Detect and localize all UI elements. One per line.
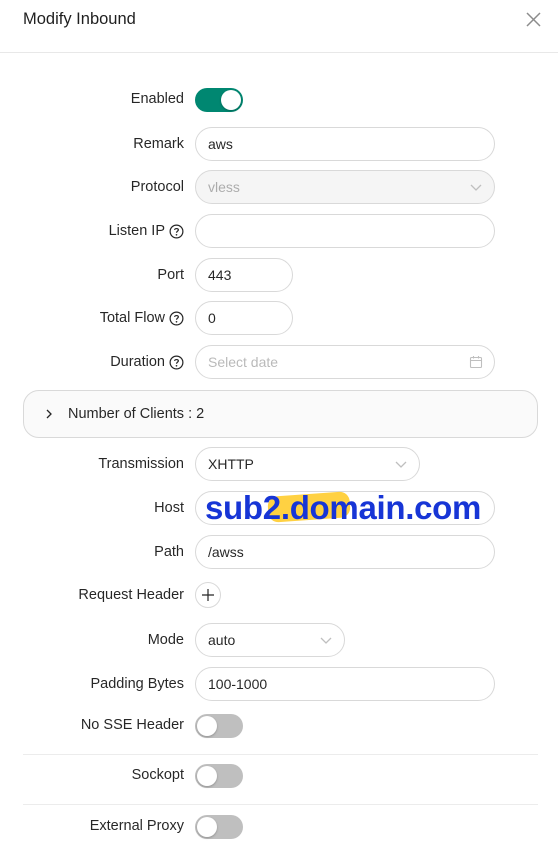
path-row: Path /awss [0,535,558,569]
dialog-header: Modify Inbound [0,0,558,53]
add-header-button[interactable] [195,582,221,608]
mode-row: Mode auto [0,623,558,657]
path-label: Path [154,544,184,560]
total-flow-row: Total Flow 0 [0,301,558,335]
mode-label: Mode [147,632,184,648]
sockopt-row: Sockopt [0,758,558,792]
protocol-row: Protocol vless [0,170,558,204]
padding-bytes-label: Padding Bytes [90,676,184,692]
chevron-right-icon [46,409,52,419]
question-circle-icon[interactable] [169,355,184,370]
padding-bytes-input[interactable]: 100-1000 [195,667,495,701]
external-proxy-row: External Proxy [0,809,558,843]
toggle-knob [197,817,217,837]
total-flow-input[interactable]: 0 [195,301,293,335]
host-value-overlay: sub2.domain.com [205,489,482,526]
no-sse-header-label: No SSE Header [80,717,184,733]
port-label: Port [157,267,184,283]
request-header-label: Request Header [78,587,184,603]
listen-ip-label: Listen IP [109,214,184,248]
dialog-title: Modify Inbound [23,10,136,28]
remark-label: Remark [133,136,184,152]
sockopt-label: Sockopt [131,767,184,783]
duration-row: Duration Select date [0,345,558,379]
listen-ip-input[interactable] [195,214,495,248]
external-proxy-label: External Proxy [89,818,184,834]
port-input[interactable]: 443 [195,258,293,292]
mode-select[interactable]: auto [195,623,345,657]
remark-input[interactable]: aws [195,127,495,161]
listen-ip-row: Listen IP [0,214,558,248]
external-proxy-toggle[interactable] [195,815,243,839]
path-input[interactable]: /awss [195,535,495,569]
no-sse-header-row: No SSE Header [0,708,558,742]
toggle-knob [197,716,217,736]
host-label: Host [154,500,184,516]
remark-row: Remark aws [0,127,558,161]
port-row: Port 443 [0,258,558,292]
enabled-row: Enabled [0,82,558,116]
no-sse-header-toggle[interactable] [195,714,243,738]
transmission-select[interactable]: XHTTP [195,447,420,481]
calendar-icon [469,356,483,369]
toggle-knob [221,90,241,110]
transmission-label: Transmission [98,456,184,472]
padding-bytes-row: Padding Bytes 100-1000 [0,667,558,701]
question-circle-icon[interactable] [169,311,184,326]
duration-placeholder: Select date [208,354,279,370]
close-icon[interactable] [522,9,544,31]
enabled-toggle[interactable] [195,88,243,112]
divider [23,754,538,755]
plus-icon [202,589,214,601]
duration-label: Duration [110,345,184,379]
toggle-knob [197,766,217,786]
clients-count: Number of Clients : 2 [68,406,205,422]
chevron-down-icon [395,461,407,468]
divider [23,804,538,805]
request-header-row: Request Header [0,578,558,612]
protocol-label: Protocol [130,179,184,195]
transmission-row: Transmission XHTTP [0,447,558,481]
chevron-down-icon [470,184,482,191]
sockopt-toggle[interactable] [195,764,243,788]
chevron-down-icon [320,637,332,644]
question-circle-icon[interactable] [169,224,184,239]
protocol-select: vless [195,170,495,204]
total-flow-label: Total Flow [100,301,184,335]
enabled-label: Enabled [130,91,184,107]
clients-collapse[interactable]: Number of Clients : 2 [23,390,538,438]
duration-datepicker[interactable]: Select date [195,345,495,379]
